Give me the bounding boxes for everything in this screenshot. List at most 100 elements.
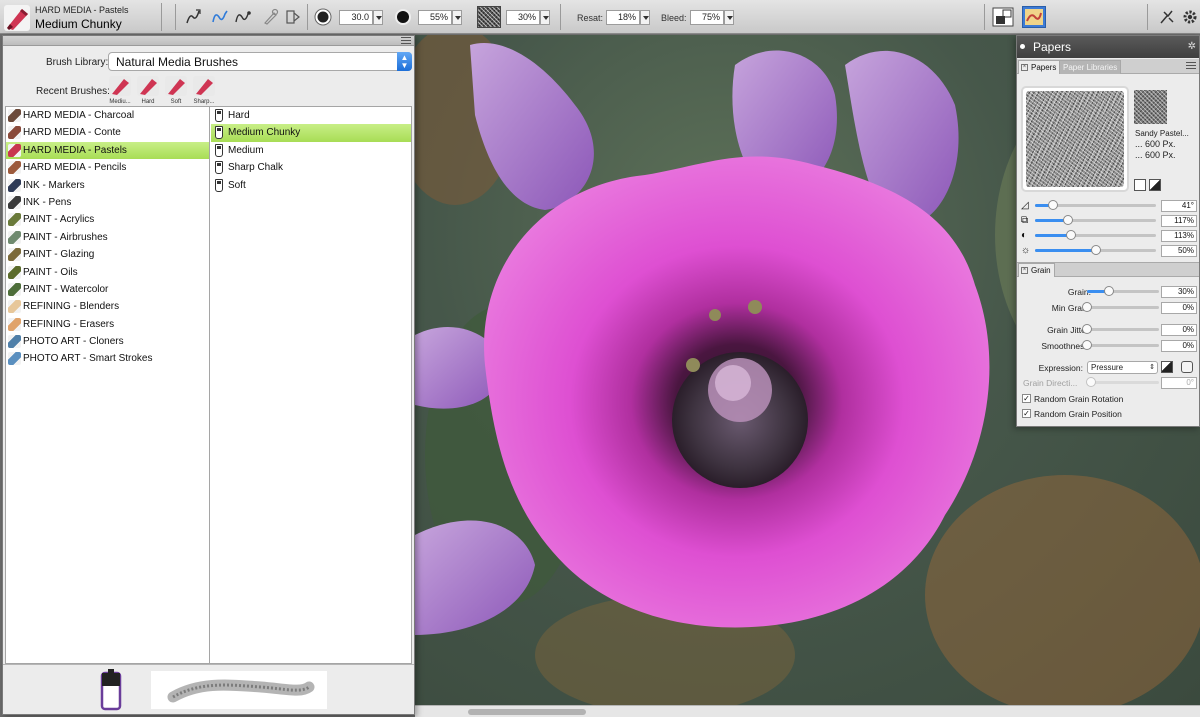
brush-category-item[interactable]: REFINING - Blenders [6, 298, 209, 315]
brush-category-item[interactable]: HARD MEDIA - Pencils [6, 159, 209, 176]
opacity-field[interactable]: 55% [418, 10, 452, 25]
brush-variant-item[interactable]: Medium [211, 142, 411, 159]
pastel-stick-icon [215, 126, 223, 140]
tab-paper-libraries[interactable]: Paper Libraries [1059, 60, 1122, 74]
pastel-stick-icon [215, 178, 223, 192]
panel-collapse-icon[interactable] [1020, 44, 1025, 49]
toolbar-divider [984, 4, 985, 30]
panel-menu-icon[interactable] [1186, 62, 1196, 70]
paper-contrast-field[interactable]: 113% [1161, 230, 1197, 242]
grain-jitter-field[interactable]: 0% [1161, 324, 1197, 336]
ruler-icon[interactable] [284, 8, 302, 26]
grain-field[interactable]: 30% [506, 10, 540, 25]
brush-category-item[interactable]: PAINT - Airbrushes [6, 229, 209, 246]
stroke-freehand-icon[interactable] [211, 8, 229, 26]
grain-slider[interactable] [1087, 286, 1159, 296]
random-grain-position-checkbox[interactable]: ✓ [1022, 409, 1031, 418]
grain-texture-icon[interactable] [477, 6, 501, 28]
random-grain-rotation-checkbox[interactable]: ✓ [1022, 394, 1031, 403]
layers-icon[interactable] [992, 7, 1014, 27]
brush-variant-item[interactable]: Medium Chunky [211, 124, 411, 142]
panel-options-icon[interactable]: ✲ [1188, 41, 1196, 52]
brush-variant-list[interactable]: Hard Medium Chunky Medium Sharp Chalk So… [211, 107, 411, 663]
paper-thumbnail[interactable] [1134, 90, 1167, 124]
brush-variant-item[interactable]: Hard [211, 107, 411, 124]
smoothness-field[interactable]: 0% [1161, 340, 1197, 352]
brush-category-item[interactable]: PAINT - Oils [6, 264, 209, 281]
brush-category-item[interactable]: INK - Pens [6, 194, 209, 211]
brush-category-icon [8, 265, 21, 279]
brush-category-item[interactable]: PAINT - Watercolor [6, 281, 209, 298]
recent-brush-item[interactable]: Mediu... [108, 76, 132, 105]
tab-grain[interactable]: × Grain [1018, 263, 1055, 277]
panel-menu-icon[interactable] [401, 37, 411, 45]
expression-select[interactable]: Pressure ⇕ [1087, 361, 1158, 374]
scrollbar-thumb[interactable] [468, 709, 586, 715]
horizontal-scrollbar[interactable] [415, 705, 1200, 717]
expression-invert-icon[interactable] [1161, 361, 1173, 373]
toolbar-divider [175, 4, 176, 30]
paper-scale-slider[interactable] [1035, 215, 1156, 225]
toolbar-divider [307, 4, 308, 30]
paper-angle-field[interactable]: 41° [1161, 200, 1197, 212]
brush-category-item[interactable]: INK - Markers [6, 177, 209, 194]
brush-category-item[interactable]: PHOTO ART - Smart Strokes [6, 350, 209, 367]
bleed-dropdown[interactable] [724, 10, 734, 25]
current-brush-selector[interactable]: HARD MEDIA - Pastels Medium Chunky [2, 3, 162, 31]
paper-brightness-slider[interactable] [1035, 245, 1156, 255]
paper-texture-preview[interactable] [1021, 86, 1129, 192]
brush-library-select[interactable]: Natural Media Brushes ▲ ▼ [108, 52, 412, 71]
brush-category-item[interactable]: HARD MEDIA - Charcoal [6, 107, 209, 124]
grain-field[interactable]: 30% [1161, 286, 1197, 298]
brightness-icon: ☼ [1021, 245, 1031, 256]
brush-category-item[interactable]: REFINING - Erasers [6, 316, 209, 333]
recent-brush-item[interactable]: Hard [136, 76, 160, 105]
settings-icon[interactable] [1181, 8, 1199, 26]
stylus-icon[interactable] [262, 8, 280, 26]
paper-brightness-field[interactable]: 50% [1161, 245, 1197, 257]
recent-brush-item[interactable]: Soft [164, 76, 188, 105]
brush-variant-item-label: Sharp Chalk [228, 162, 284, 174]
resat-field[interactable]: 18% [606, 10, 640, 25]
select-stepper-icon: ⇕ [1149, 364, 1155, 371]
smoothness-slider[interactable] [1082, 340, 1159, 350]
brush-category-item[interactable]: HARD MEDIA - Conte [6, 124, 209, 141]
brush-category-item[interactable]: PAINT - Acrylics [6, 211, 209, 228]
close-tab-icon[interactable]: × [1021, 267, 1028, 274]
close-tab-icon[interactable]: × [1021, 64, 1028, 71]
brush-variant-item[interactable]: Sharp Chalk [211, 159, 411, 176]
brush-category-list[interactable]: HARD MEDIA - Charcoal HARD MEDIA - Conte… [6, 107, 210, 663]
stroke-line-icon[interactable] [234, 8, 252, 26]
panel-drag-bar[interactable] [3, 36, 414, 46]
bleed-field[interactable]: 75% [690, 10, 724, 25]
tab-papers[interactable]: × Papers [1018, 60, 1061, 74]
expression-settings-icon[interactable] [1181, 361, 1193, 373]
papers-panel-header[interactable]: Papers ✲ [1017, 36, 1199, 58]
paper-contrast-slider[interactable] [1035, 230, 1156, 240]
brush-category-item[interactable]: PHOTO ART - Cloners [6, 333, 209, 350]
paper-swatch-icon[interactable] [1022, 6, 1046, 28]
opacity-dropdown[interactable] [452, 10, 462, 25]
grain-jitter-slider[interactable] [1082, 324, 1159, 334]
brush-tracking-icon[interactable] [184, 8, 202, 26]
contrast-icon: ◐ [1021, 230, 1028, 241]
resat-dropdown[interactable] [640, 10, 650, 25]
min-grain-slider[interactable] [1082, 302, 1159, 312]
paper-invert-icon[interactable] [1149, 179, 1161, 191]
brush-category-label: HARD MEDIA - Pastels [35, 5, 129, 15]
grain-dropdown[interactable] [540, 10, 550, 25]
min-grain-label: Min Grain: [1051, 303, 1091, 313]
brush-category-item[interactable]: PAINT - Glazing [6, 246, 209, 263]
brush-category-item[interactable]: HARD MEDIA - Pastels [6, 141, 209, 160]
brush-controls-icon[interactable] [1158, 8, 1176, 26]
brush-variant-item-label: Soft [228, 179, 246, 191]
brush-tip-icon [100, 669, 122, 711]
paper-scale-field[interactable]: 117% [1161, 215, 1197, 227]
min-grain-field[interactable]: 0% [1161, 302, 1197, 314]
paper-apply-icon[interactable] [1134, 179, 1146, 191]
recent-brush-item[interactable]: Sharp... [192, 76, 216, 105]
size-dropdown[interactable] [373, 10, 383, 25]
brush-variant-item[interactable]: Soft [211, 177, 411, 194]
paper-angle-slider[interactable] [1035, 200, 1156, 210]
size-field[interactable]: 30.0 [339, 10, 373, 25]
